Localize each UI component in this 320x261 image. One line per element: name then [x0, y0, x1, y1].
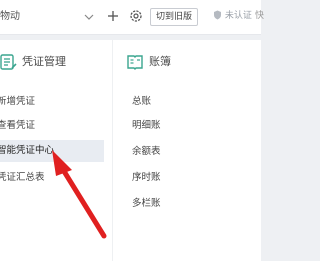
voucher-management-header: 凭证管理 [0, 52, 98, 72]
plus-icon[interactable] [105, 8, 121, 24]
column-divider [112, 40, 113, 261]
menu-item-journal[interactable]: 序时账 [132, 170, 161, 186]
voucher-icon [0, 54, 17, 70]
company-select[interactable]: 物动 [0, 7, 98, 27]
chevron-down-icon [84, 14, 94, 20]
menu-item-detail-ledger[interactable]: 明细账 [132, 118, 161, 134]
menu-item-new-voucher[interactable]: 新增凭证 [0, 94, 35, 110]
menu-item-view-voucher[interactable]: 查看凭证 [0, 118, 35, 134]
shield-icon [214, 10, 221, 20]
menu-item-multi-column-ledger[interactable]: 多栏账 [132, 196, 161, 212]
switch-old-version-button[interactable]: 切到旧版 [150, 8, 199, 26]
gear-icon[interactable] [128, 8, 144, 24]
menu-item-balance-sheet[interactable]: 余额表 [132, 144, 161, 160]
ledger-title: 账簿 [149, 55, 171, 68]
voucher-management-title: 凭证管理 [22, 55, 66, 68]
menu-item-smart-voucher-center[interactable]: 智能凭证中心 [0, 140, 104, 162]
menu-item-voucher-summary[interactable]: 凭证汇总表 [0, 170, 45, 186]
ledger-book-icon [127, 55, 143, 70]
top-bar: 物动 切到旧版 未认证 快 [0, 0, 264, 35]
navigation-menu-panel: 凭证管理 账簿 新增凭证 查看凭证 智能凭证中心 凭证汇总表 总账 明细账 余额… [0, 40, 261, 261]
menu-item-general-ledger[interactable]: 总账 [132, 94, 151, 110]
certification-label: 未认证 [224, 11, 252, 21]
company-name: 物动 [0, 11, 20, 22]
ledger-header: 账簿 [125, 52, 225, 72]
top-right-truncated-label[interactable]: 快 [255, 8, 264, 24]
certification-status[interactable]: 未认证 [213, 8, 252, 24]
